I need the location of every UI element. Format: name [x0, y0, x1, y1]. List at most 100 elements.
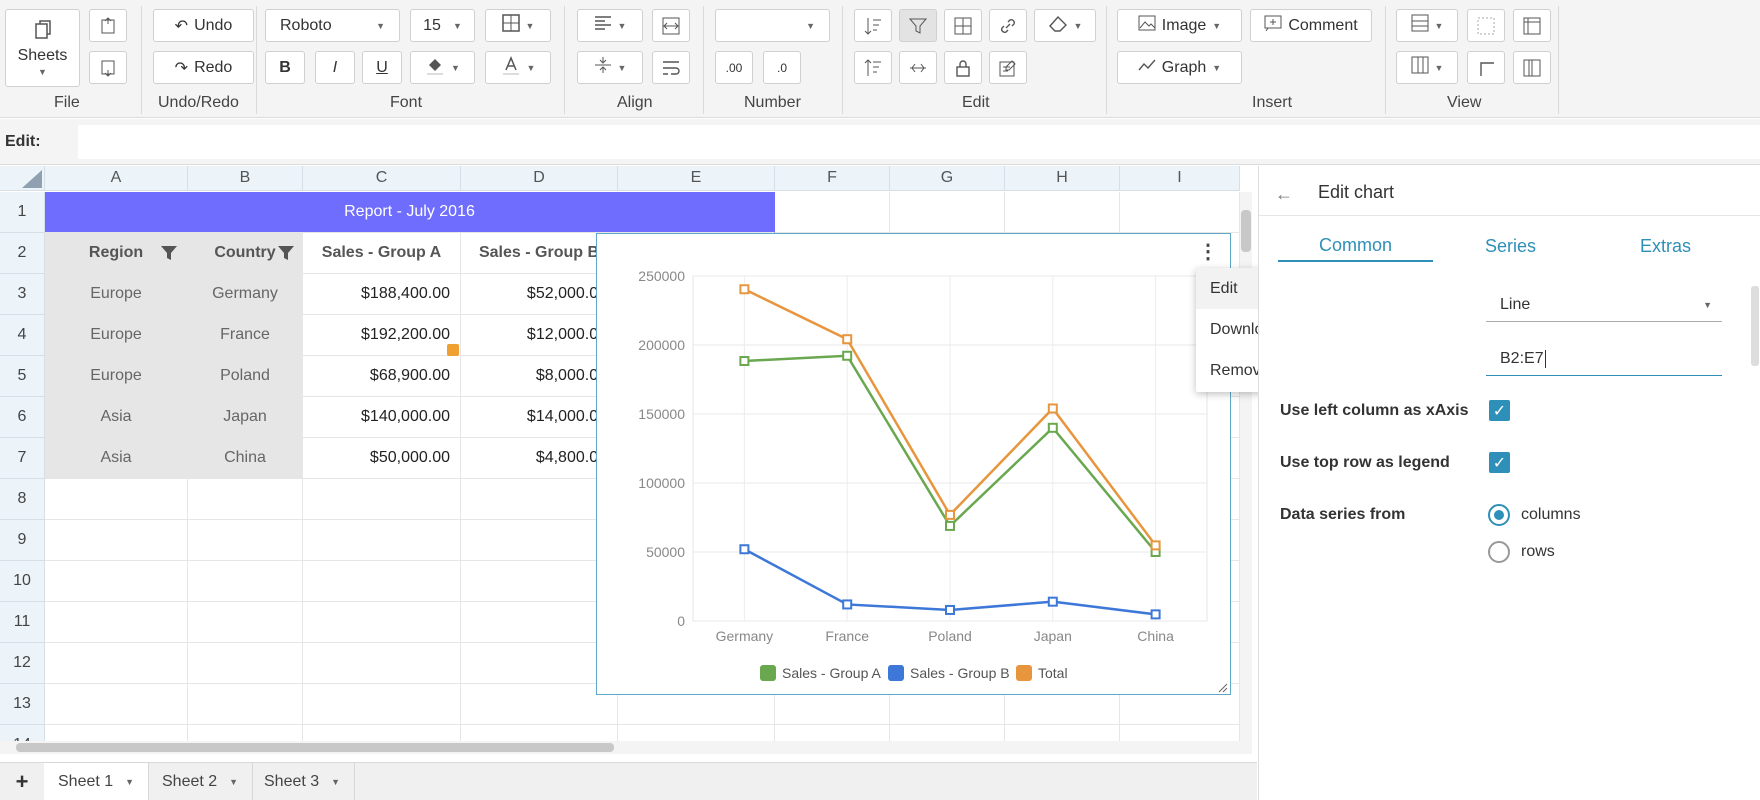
row-header[interactable]: 4	[0, 315, 45, 356]
freeze-panes-icon[interactable]	[1467, 51, 1505, 84]
header-cell-group-a[interactable]: Sales - Group A	[303, 233, 461, 274]
header-cell-group-b[interactable]: Sales - Group B	[461, 233, 618, 274]
empty-cell[interactable]	[303, 561, 461, 602]
tab-series[interactable]: Series	[1433, 230, 1588, 262]
empty-cell[interactable]	[45, 561, 188, 602]
use-left-column-checkbox[interactable]: ✓	[1489, 400, 1510, 421]
empty-cell[interactable]	[188, 479, 303, 520]
increase-decimals-icon[interactable]: .00	[715, 51, 753, 84]
filter-icon[interactable]	[161, 245, 177, 266]
empty-cell[interactable]	[303, 643, 461, 684]
column-header[interactable]: A	[45, 166, 188, 191]
table-cell[interactable]: Europe	[45, 356, 188, 397]
bold-button[interactable]: B	[265, 51, 305, 84]
empty-cell[interactable]	[461, 520, 618, 561]
table-cell[interactable]: Europe	[45, 274, 188, 315]
undo-button[interactable]: ↶ Undo	[153, 9, 254, 42]
table-cell[interactable]: China	[188, 438, 303, 479]
sheet-tab[interactable]: Sheet 2 ▼	[148, 763, 254, 800]
table-cell[interactable]: $68,900.00	[303, 356, 461, 397]
table-cell[interactable]: Japan	[188, 397, 303, 438]
column-header[interactable]: E	[618, 166, 775, 191]
merge-cells-icon[interactable]	[652, 9, 690, 42]
resize-handle-icon[interactable]	[1216, 680, 1228, 693]
use-top-row-checkbox[interactable]: ✓	[1489, 452, 1510, 473]
row-header[interactable]: 6	[0, 397, 45, 438]
empty-cell[interactable]	[461, 643, 618, 684]
horizontal-align-button[interactable]: ▼	[577, 9, 643, 42]
empty-cell[interactable]	[1120, 192, 1240, 233]
columns-radio[interactable]	[1488, 504, 1510, 526]
table-cell[interactable]: $12,000.00	[461, 315, 618, 356]
font-family-select[interactable]: Roboto ▼	[265, 9, 400, 42]
empty-cell[interactable]	[461, 684, 618, 725]
table-cell[interactable]: $192,200.00	[303, 315, 461, 356]
scrollbar-thumb[interactable]	[1241, 210, 1251, 252]
empty-cell[interactable]	[303, 684, 461, 725]
table-cell[interactable]: $14,000.00	[461, 397, 618, 438]
empty-cell[interactable]	[45, 684, 188, 725]
header-cell-country[interactable]: Country	[188, 233, 303, 274]
empty-cell[interactable]	[188, 602, 303, 643]
column-header[interactable]: F	[775, 166, 890, 191]
row-header[interactable]: 11	[0, 602, 45, 643]
chart-widget[interactable]: 250000 200000 150000 100000 50000 0 Germany Fra…	[596, 233, 1231, 695]
empty-cell[interactable]	[303, 479, 461, 520]
chart-type-select[interactable]: Line ▼	[1486, 288, 1722, 322]
horizontal-scrollbar[interactable]	[0, 741, 1252, 754]
table-cell[interactable]: $4,800.00	[461, 438, 618, 479]
row-header[interactable]: 1	[0, 192, 45, 233]
empty-cell[interactable]	[461, 561, 618, 602]
empty-cell[interactable]	[45, 479, 188, 520]
tab-extras[interactable]: Extras	[1588, 230, 1743, 262]
report-title-cell[interactable]: Report - July 2016	[45, 192, 775, 233]
empty-cell[interactable]	[188, 561, 303, 602]
empty-cell[interactable]	[303, 520, 461, 561]
table-cell[interactable]: France	[188, 315, 303, 356]
sheet-tab[interactable]: Sheet 1 ▼	[44, 763, 150, 800]
empty-cell[interactable]	[303, 602, 461, 643]
sheets-button[interactable]: Sheets ▼	[5, 9, 80, 87]
table-cell[interactable]: Poland	[188, 356, 303, 397]
row-header[interactable]: 13	[0, 684, 45, 725]
row-header[interactable]: 9	[0, 520, 45, 561]
table-cell[interactable]: Asia	[45, 438, 188, 479]
font-size-select[interactable]: 15 ▼	[410, 9, 475, 42]
scrollbar-thumb[interactable]	[16, 743, 614, 752]
row-header[interactable]: 8	[0, 479, 45, 520]
italic-button[interactable]: I	[315, 51, 355, 84]
export-icon[interactable]	[89, 9, 127, 42]
row-header[interactable]: 2	[0, 233, 45, 274]
import-icon[interactable]	[89, 51, 127, 84]
row-header[interactable]: 10	[0, 561, 45, 602]
borders-button[interactable]: ▼	[485, 9, 551, 42]
freeze-icon[interactable]	[899, 51, 937, 84]
filter-icon[interactable]	[899, 9, 937, 42]
row-header[interactable]: 3	[0, 274, 45, 315]
column-header[interactable]: G	[890, 166, 1005, 191]
rows-radio[interactable]	[1488, 541, 1510, 563]
decrease-decimals-icon[interactable]: .0	[763, 51, 801, 84]
column-header[interactable]: I	[1120, 166, 1240, 191]
empty-cell[interactable]	[188, 520, 303, 561]
insert-image-button[interactable]: Image ▼	[1117, 9, 1242, 42]
formula-input[interactable]	[78, 125, 1760, 159]
wrap-text-icon[interactable]	[652, 51, 690, 84]
fill-color-button[interactable]: ▼	[410, 51, 475, 84]
hide-headers-icon[interactable]	[1513, 9, 1551, 42]
vertical-align-button[interactable]: ▼	[577, 51, 643, 84]
clear-button[interactable]: ▼	[1034, 9, 1096, 42]
table-cell[interactable]: $50,000.00	[303, 438, 461, 479]
row-header[interactable]: 7	[0, 438, 45, 479]
chevron-down-icon[interactable]: ▼	[229, 777, 238, 787]
more-options-icon[interactable]: ⋮	[1198, 242, 1218, 262]
column-header[interactable]: D	[461, 166, 618, 191]
column-header[interactable]: B	[188, 166, 303, 191]
validation-icon[interactable]	[989, 51, 1027, 84]
table-cell[interactable]: $188,400.00	[303, 274, 461, 315]
number-format-select[interactable]: ▼	[715, 9, 830, 42]
insert-graph-button[interactable]: Graph ▼	[1117, 51, 1242, 84]
empty-cell[interactable]	[45, 643, 188, 684]
underline-button[interactable]: U	[362, 51, 402, 84]
hide-gridlines-icon[interactable]	[1467, 9, 1505, 42]
